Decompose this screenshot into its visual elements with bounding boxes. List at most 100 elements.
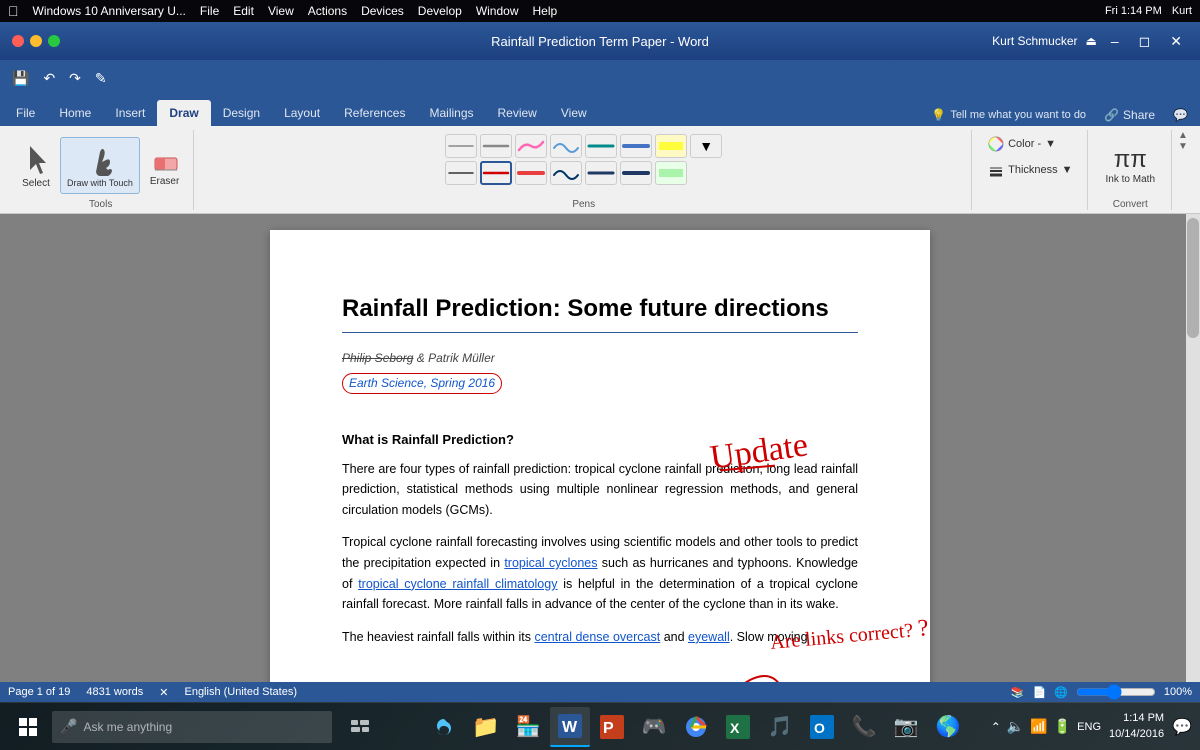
close-button[interactable] <box>12 35 24 47</box>
excel-icon[interactable]: X <box>718 707 758 747</box>
edge-browser[interactable] <box>424 707 464 747</box>
maps-icon[interactable]: 🌎 <box>928 707 968 747</box>
tab-insert[interactable]: Insert <box>103 100 157 126</box>
photos-icon[interactable]: 📷 <box>886 707 926 747</box>
pen-gray-thin[interactable] <box>445 134 477 158</box>
maximize-button[interactable] <box>48 35 60 47</box>
search-mic-icon[interactable]: 🎤 <box>60 718 77 735</box>
tab-home[interactable]: Home <box>47 100 103 126</box>
notification-icon[interactable]: 💬 <box>1172 717 1192 737</box>
speaker-icon[interactable]: 🔈 <box>1007 718 1024 735</box>
menubar-develop[interactable]: Develop <box>418 4 462 18</box>
title-bar-icon[interactable]: ⏏ <box>1086 34 1097 48</box>
pen-yellow-highlight[interactable] <box>655 134 687 158</box>
comments-icon[interactable]: 💬 <box>1165 104 1196 126</box>
tab-view[interactable]: View <box>549 100 599 126</box>
pen-navy-wave[interactable] <box>550 161 582 185</box>
win-minimize-btn[interactable]: ‒ <box>1105 31 1125 51</box>
game-icon[interactable]: 🎮 <box>634 707 674 747</box>
skype-icon[interactable]: 📞 <box>844 707 884 747</box>
save-icon[interactable]: 💾 <box>8 68 33 89</box>
zoom-slider[interactable] <box>1076 684 1156 700</box>
link-central-dense[interactable]: central dense overcast <box>534 630 660 644</box>
menubar-appname[interactable]: Windows 10 Anniversary U... <box>33 4 186 18</box>
network-icon[interactable]: 📶 <box>1030 718 1047 735</box>
spell-check-icon[interactable]: ✕ <box>159 686 168 699</box>
music-icon[interactable]: 🎵 <box>760 707 800 747</box>
search-bar[interactable]: 🎤 Ask me anything <box>52 711 332 743</box>
pen-dark-blue[interactable] <box>620 161 652 185</box>
taskview-icon[interactable] <box>340 707 380 747</box>
pen-pink[interactable] <box>515 134 547 158</box>
file-explorer-icon[interactable]: 📁 <box>466 707 506 747</box>
tab-design[interactable]: Design <box>211 100 272 126</box>
outlook-taskbar[interactable]: O <box>802 707 842 747</box>
chrome-taskbar-icon[interactable] <box>676 707 716 747</box>
undo-icon[interactable]: ↶ <box>39 68 59 89</box>
tab-mailings[interactable]: Mailings <box>417 100 485 126</box>
minimize-button[interactable] <box>30 35 42 47</box>
tell-me-area[interactable]: 💡 Tell me what you want to do <box>923 104 1094 126</box>
read-mode-icon[interactable]: 📚 <box>1011 686 1025 699</box>
tab-layout[interactable]: Layout <box>272 100 332 126</box>
battery-icon[interactable]: 🔋 <box>1054 718 1071 735</box>
pen-green-highlight[interactable] <box>655 161 687 185</box>
tell-me-text[interactable]: Tell me what you want to do <box>950 109 1086 121</box>
menubar-help[interactable]: Help <box>533 4 558 18</box>
edge-icon[interactable]:  <box>382 707 422 747</box>
color-control-btn[interactable]: Color - ▼ <box>982 134 1062 154</box>
share-label[interactable]: Share <box>1123 108 1155 122</box>
ink-to-math-btn[interactable]: ππ Ink to Math <box>1098 142 1163 189</box>
thickness-control-btn[interactable]: Thickness ▼ <box>982 160 1078 180</box>
chevron-up-icon[interactable]: ⌃ <box>991 720 1001 734</box>
tab-review[interactable]: Review <box>486 100 549 126</box>
tab-file[interactable]: File <box>4 100 47 126</box>
tab-references[interactable]: References <box>332 100 417 126</box>
link-tropical-cyclones[interactable]: tropical cyclones <box>504 556 597 570</box>
pen-red-medium[interactable] <box>480 161 512 185</box>
draw-touch-btn[interactable]: Draw with Touch <box>60 137 140 194</box>
vertical-scrollbar[interactable] <box>1186 214 1200 682</box>
ribbon-scroll-up[interactable]: ▲ <box>1178 130 1188 141</box>
apple-icon[interactable]:  <box>8 3 19 19</box>
lang-indicator[interactable]: ENG <box>1077 721 1101 733</box>
link-rainfall-climatology[interactable]: tropical cyclone rainfall climatology <box>358 577 557 591</box>
word-taskbar-icon[interactable]: W <box>550 707 590 747</box>
menubar-devices[interactable]: Devices <box>361 4 404 18</box>
pen-dark-thin[interactable] <box>445 161 477 185</box>
tab-draw[interactable]: Draw <box>157 100 210 126</box>
powerpoint-taskbar-icon[interactable]: P <box>592 707 632 747</box>
select-tool-btn[interactable]: Select <box>16 138 56 193</box>
start-button[interactable] <box>8 707 48 747</box>
win-restore-btn[interactable]: ◻ <box>1133 31 1157 52</box>
document-area[interactable]: Rainfall Prediction: Some future directi… <box>0 214 1200 682</box>
datetime-display[interactable]: 1:14 PM 10/14/2016 <box>1109 711 1164 742</box>
touch-icon[interactable]: ✎ <box>91 68 111 89</box>
pen-blue-wave[interactable] <box>550 134 582 158</box>
chrome-icon-svg <box>685 716 707 738</box>
print-layout-icon[interactable]: 📄 <box>1032 686 1046 699</box>
menubar-actions[interactable]: Actions <box>308 4 347 18</box>
menubar-edit[interactable]: Edit <box>233 4 254 18</box>
mac-menubar-left:  Windows 10 Anniversary U... File Edit … <box>8 3 557 19</box>
share-area[interactable]: 🔗 Share <box>1094 104 1165 126</box>
scrollbar-thumb[interactable] <box>1187 218 1199 338</box>
eraser-btn[interactable]: Eraser <box>144 140 185 191</box>
store-icon[interactable]: 🏪 <box>508 707 548 747</box>
pen-blue-thick[interactable] <box>620 134 652 158</box>
menubar-file[interactable]: File <box>200 4 219 18</box>
web-layout-icon[interactable]: 🌐 <box>1054 686 1068 699</box>
pen-more[interactable]: ▼ <box>690 134 722 158</box>
ribbon-scroll-down[interactable]: ▼ <box>1178 141 1188 152</box>
win-close-btn[interactable]: ✕ <box>1164 31 1188 52</box>
pen-gray-medium[interactable] <box>480 134 512 158</box>
link-eyewall[interactable]: eyewall <box>688 630 730 644</box>
pens-content: ▼ <box>445 130 722 197</box>
language[interactable]: English (United States) <box>184 686 297 698</box>
redo-icon[interactable]: ↷ <box>65 68 85 89</box>
menubar-view[interactable]: View <box>268 4 294 18</box>
pen-red-thick[interactable] <box>515 161 547 185</box>
menubar-window[interactable]: Window <box>476 4 519 18</box>
pen-teal[interactable] <box>585 134 617 158</box>
pen-navy[interactable] <box>585 161 617 185</box>
